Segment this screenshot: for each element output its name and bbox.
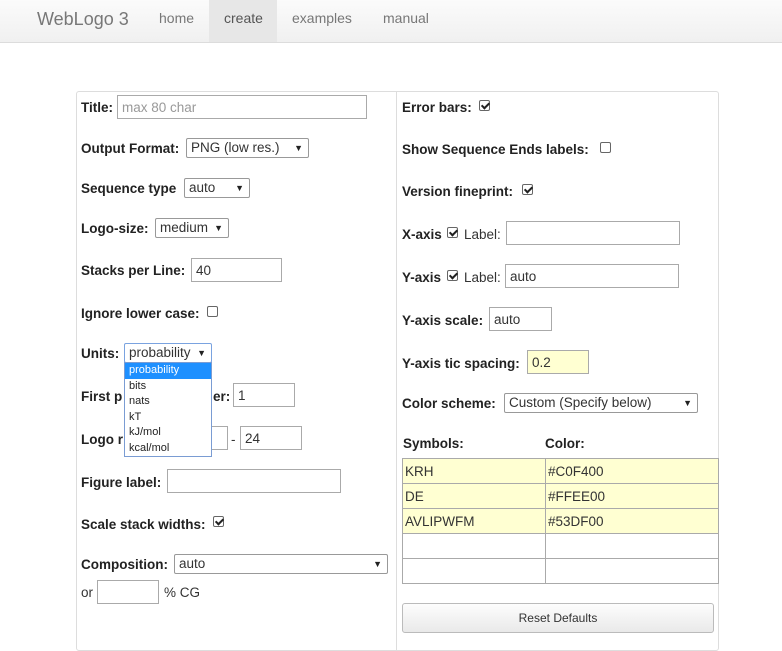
symbols-cell[interactable] xyxy=(402,533,546,559)
scale-stack-widths-checkbox[interactable] xyxy=(213,516,224,527)
column-divider xyxy=(396,91,397,651)
y-axis-tic-spacing-input[interactable] xyxy=(527,350,589,374)
color-cell[interactable] xyxy=(545,533,719,559)
chevron-down-icon: ▼ xyxy=(214,223,223,233)
symbols-cell[interactable]: DE xyxy=(402,483,546,509)
table-row: KRH #C0F400 xyxy=(402,458,719,484)
chevron-down-icon: ▼ xyxy=(683,398,692,408)
sequence-type-value: auto xyxy=(189,180,216,195)
chevron-down-icon: ▼ xyxy=(235,183,244,193)
x-axis-label: X-axis xyxy=(402,227,442,242)
nav-examples[interactable]: examples xyxy=(277,0,367,42)
nav-create[interactable]: create xyxy=(209,0,277,42)
table-row: DE #FFEE00 xyxy=(402,483,719,509)
table-row xyxy=(402,533,719,559)
symbols-cell[interactable]: AVLIPWFM xyxy=(402,508,546,534)
figure-label-label: Figure label: xyxy=(81,475,162,490)
title-label: Title: xyxy=(81,100,114,115)
units-label: Units: xyxy=(81,346,120,361)
cg-percent-label: % CG xyxy=(164,585,201,600)
first-position-input[interactable] xyxy=(233,383,295,407)
scale-stack-widths-label: Scale stack widths: xyxy=(81,517,206,532)
output-format-value: PNG (low res.) xyxy=(191,140,280,155)
y-axis-label-input[interactable] xyxy=(505,264,679,288)
logo-size-select[interactable]: medium ▼ xyxy=(155,218,229,238)
units-dropdown: probability bits nats kT kJ/mol kcal/mol xyxy=(124,362,212,457)
units-option-nats[interactable]: nats xyxy=(125,394,211,410)
first-position-label-start: First p xyxy=(81,389,123,404)
color-scheme-value: Custom (Specify below) xyxy=(509,395,652,410)
title-input[interactable] xyxy=(117,95,367,119)
x-axis-label-input[interactable] xyxy=(506,221,680,245)
ignore-lower-case-label: Ignore lower case: xyxy=(81,306,200,321)
composition-value: auto xyxy=(179,556,206,571)
units-option-bits[interactable]: bits xyxy=(125,379,211,395)
stacks-per-line-input[interactable] xyxy=(191,258,282,282)
output-format-label: Output Format: xyxy=(81,141,180,156)
version-fineprint-label: Version fineprint: xyxy=(402,184,514,199)
y-axis-tic-spacing-label: Y-axis tic spacing: xyxy=(402,356,520,371)
y-axis-scale-input[interactable] xyxy=(489,307,552,331)
x-axis-checkbox[interactable] xyxy=(447,227,458,238)
navbar: WebLogo 3 home create examples manual xyxy=(0,0,782,43)
composition-select[interactable]: auto ▼ xyxy=(174,554,388,574)
brand-logo[interactable]: WebLogo 3 xyxy=(37,9,129,30)
cg-percent-input[interactable] xyxy=(97,580,159,604)
sequence-type-label: Sequence type xyxy=(81,181,177,196)
color-cell[interactable]: #FFEE00 xyxy=(545,483,719,509)
logo-range-label-start: Logo r xyxy=(81,432,123,447)
nav-home[interactable]: home xyxy=(144,0,209,42)
x-axis-label-text: Label: xyxy=(464,227,501,242)
composition-or-label: or xyxy=(81,585,94,600)
color-cell[interactable] xyxy=(545,558,719,584)
show-sequence-ends-label: Show Sequence Ends labels: xyxy=(402,142,589,157)
color-cell[interactable]: #C0F400 xyxy=(545,458,719,484)
figure-label-input[interactable] xyxy=(167,469,341,493)
symbols-cell[interactable]: KRH xyxy=(402,458,546,484)
output-format-select[interactable]: PNG (low res.) ▼ xyxy=(186,138,309,158)
units-option-kjmol[interactable]: kJ/mol xyxy=(125,425,211,441)
composition-label: Composition: xyxy=(81,557,168,572)
units-option-kcalmol[interactable]: kcal/mol xyxy=(125,441,211,457)
nav-manual[interactable]: manual xyxy=(368,0,444,42)
table-row: AVLIPWFM #53DF00 xyxy=(402,508,719,534)
units-select[interactable]: probability ▼ xyxy=(124,343,212,363)
reset-defaults-button[interactable]: Reset Defaults xyxy=(402,603,714,633)
y-axis-label: Y-axis xyxy=(402,270,442,285)
chevron-down-icon: ▼ xyxy=(294,143,303,153)
units-option-kt[interactable]: kT xyxy=(125,410,211,426)
ignore-lower-case-checkbox[interactable] xyxy=(207,306,218,317)
symbols-cell[interactable] xyxy=(402,558,546,584)
error-bars-label: Error bars: xyxy=(402,100,472,115)
color-table: KRH #C0F400 DE #FFEE00 AVLIPWFM #53DF00 xyxy=(402,458,719,584)
version-fineprint-checkbox[interactable] xyxy=(522,184,533,195)
first-position-label-end: er: xyxy=(213,389,231,404)
logo-range-end-input[interactable] xyxy=(240,426,302,450)
table-row xyxy=(402,558,719,584)
y-axis-scale-label: Y-axis scale: xyxy=(402,313,484,328)
color-scheme-label: Color scheme: xyxy=(402,396,496,411)
chevron-down-icon: ▼ xyxy=(373,559,382,569)
y-axis-label-text: Label: xyxy=(464,270,501,285)
color-cell[interactable]: #53DF00 xyxy=(545,508,719,534)
logo-range-separator: - xyxy=(231,432,236,447)
units-option-probability[interactable]: probability xyxy=(125,363,211,379)
logo-size-label: Logo-size: xyxy=(81,221,149,236)
show-sequence-ends-checkbox[interactable] xyxy=(600,142,611,153)
logo-size-value: medium xyxy=(160,220,209,235)
symbols-header: Symbols: xyxy=(403,436,464,451)
units-value: probability xyxy=(129,345,191,360)
error-bars-checkbox[interactable] xyxy=(479,100,490,111)
stacks-per-line-label: Stacks per Line: xyxy=(81,263,186,278)
color-header: Color: xyxy=(545,436,585,451)
y-axis-checkbox[interactable] xyxy=(447,270,458,281)
color-scheme-select[interactable]: Custom (Specify below) ▼ xyxy=(504,393,698,413)
chevron-down-icon: ▼ xyxy=(197,348,206,358)
sequence-type-select[interactable]: auto ▼ xyxy=(184,178,250,198)
